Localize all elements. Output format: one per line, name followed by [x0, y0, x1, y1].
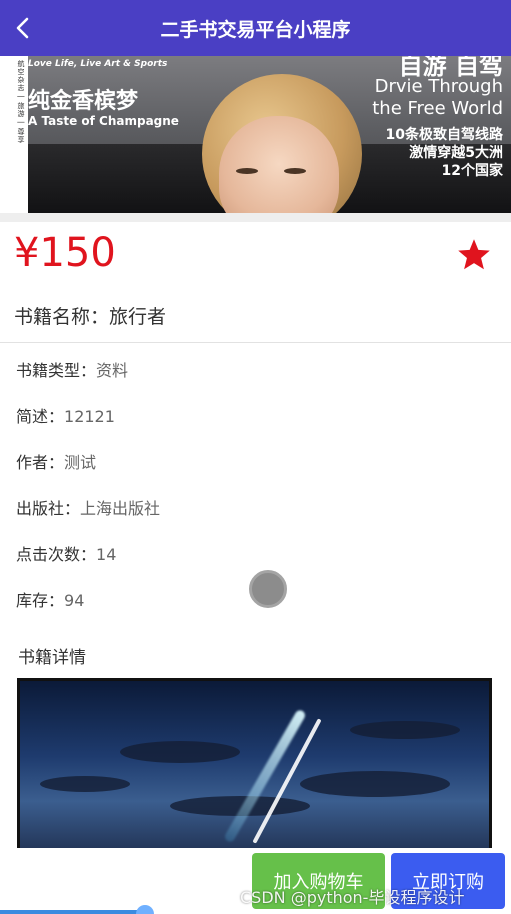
info-row-author: 作者：测试	[16, 449, 96, 473]
banner-right-line-2: the Free World	[372, 98, 503, 119]
navbar: 二手书交易平台小程序	[0, 0, 511, 56]
cloud-shape	[120, 741, 240, 763]
info-value: 12121	[64, 407, 115, 426]
banner-eye-right	[284, 168, 306, 174]
info-label: 作者：	[16, 453, 65, 472]
info-row-summary: 简述：12121	[16, 403, 115, 427]
info-value: 上海出版社	[80, 499, 161, 518]
book-name-value: 旅行者	[109, 306, 167, 328]
banner-cn-title: 纯金香槟梦	[28, 89, 139, 114]
info-label: 简述：	[16, 407, 65, 426]
price-label: ¥150	[14, 230, 116, 276]
info-label: 书籍类型：	[16, 361, 97, 380]
info-value: 14	[96, 545, 117, 564]
info-row-type: 书籍类型：资料	[16, 357, 128, 381]
detail-image	[17, 678, 492, 848]
info-label: 点击次数：	[16, 545, 97, 564]
info-label: 出版社：	[16, 499, 81, 518]
star-icon[interactable]	[456, 237, 492, 273]
info-row-stock: 库存：94	[16, 587, 84, 611]
book-cover-image: 航空杂志 | 旅游 | 尊享 Love Life, Live Art & Spo…	[14, 56, 511, 213]
banner-en-title: A Taste of Champagne	[28, 114, 179, 128]
info-value: 资料	[96, 361, 129, 380]
cloud-shape	[350, 721, 460, 739]
banner-spine: 航空杂志 | 旅游 | 尊享	[14, 56, 28, 213]
cloud-shape	[40, 776, 130, 792]
banner-eye-left	[236, 168, 258, 174]
touch-indicator	[249, 570, 287, 608]
book-name: 书籍名称：旅行者	[14, 302, 166, 329]
banner-right-line-3: 10条极致自驾线路	[385, 127, 503, 143]
info-row-clicks: 点击次数：14	[16, 541, 116, 565]
info-value: 测试	[64, 453, 97, 472]
scrollbar-track[interactable]	[0, 910, 150, 914]
divider	[0, 342, 511, 343]
banner-spine-text: 航空杂志 | 旅游 | 尊享	[17, 60, 25, 144]
banner-right-line-1: Drvie Through	[374, 76, 503, 97]
back-arrow-icon[interactable]	[10, 14, 38, 42]
banner-right-line-5: 12个国家	[441, 163, 503, 179]
banner-tagline: Love Life, Live Art & Sports	[28, 59, 168, 69]
info-label: 库存：	[16, 591, 65, 610]
scrollbar-thumb[interactable]	[136, 905, 154, 914]
watermark: CSDN @python-毕设程序设计	[240, 888, 465, 907]
info-row-publisher: 出版社：上海出版社	[16, 495, 160, 519]
cloud-shape	[300, 771, 450, 797]
book-name-label: 书籍名称：	[14, 306, 110, 328]
detail-title: 书籍详情	[18, 648, 86, 668]
page-title: 二手书交易平台小程序	[160, 18, 351, 41]
section-separator	[0, 213, 511, 222]
banner-right-line-4: 激情穿越5大洲	[409, 145, 503, 161]
info-value: 94	[64, 591, 85, 610]
